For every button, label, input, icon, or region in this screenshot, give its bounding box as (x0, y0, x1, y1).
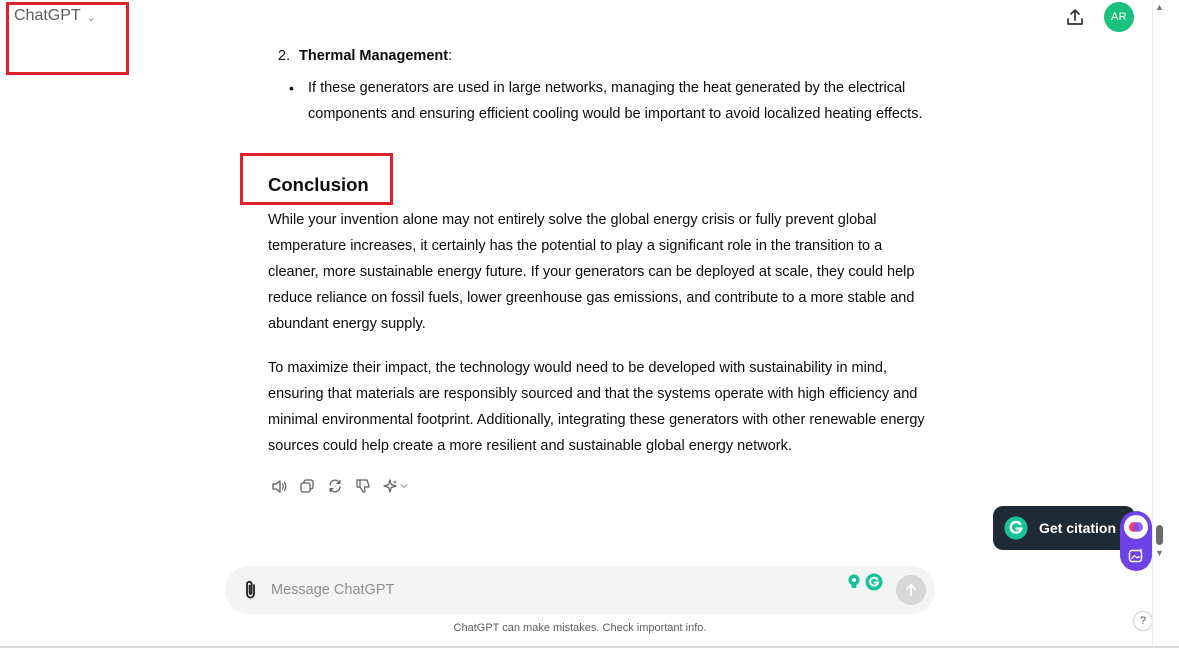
paperclip-icon (246, 580, 255, 599)
scroll-down-arrow-icon[interactable]: ▼ (1155, 548, 1164, 558)
share-button[interactable] (1062, 4, 1088, 30)
disclaimer-text: ChatGPT can make mistakes. Check importa… (453, 622, 707, 634)
bullet-dot-icon: • (289, 80, 294, 96)
get-citation-button[interactable]: Get citation (993, 506, 1135, 550)
grammarly-assistant-button[interactable] (1124, 515, 1148, 539)
send-button[interactable] (896, 575, 926, 605)
copy-icon (300, 479, 314, 493)
help-button[interactable]: ? (1133, 611, 1153, 631)
sparkle-icon (383, 479, 408, 493)
grammarly-logo-icon (1004, 516, 1028, 540)
message-input[interactable] (271, 579, 831, 601)
regenerate-button[interactable] (326, 477, 344, 495)
model-switch-button[interactable] (382, 477, 412, 495)
paragraph-1: While your invention alone may not entir… (268, 212, 915, 332)
section-heading: Conclusion (268, 174, 369, 195)
chat-window: ChatGPT ⌄ AR 2. Thermal Management: • If … (0, 0, 1168, 647)
message-composer (225, 566, 935, 614)
speaker-icon (271, 479, 286, 493)
bullet-text: If these generators are used in large ne… (308, 80, 923, 122)
paragraph-2: To maximize their impact, the technology… (268, 360, 925, 454)
list-number: 2. (278, 48, 291, 64)
share-icon (1067, 9, 1083, 25)
attach-button[interactable] (241, 579, 261, 601)
scroll-up-arrow-icon[interactable]: ▲ (1155, 2, 1164, 12)
list-item-colon: : (448, 48, 453, 64)
chevron-down-icon: ⌄ (86, 11, 96, 24)
list-item-thermal-management: 2. Thermal Management: (278, 43, 452, 69)
copy-button[interactable] (298, 477, 316, 495)
citation-label: Get citation (1039, 520, 1117, 536)
avatar[interactable]: AR (1104, 2, 1134, 32)
grammarly-badges (845, 573, 883, 591)
list-item-title: Thermal Management (299, 48, 449, 64)
arrow-up-icon (906, 584, 916, 596)
message-actions (270, 477, 412, 495)
bad-response-button[interactable] (354, 477, 372, 495)
grammarly-generate-button[interactable] (1124, 544, 1148, 568)
lightbulb-icon[interactable] (845, 573, 863, 591)
model-label: ChatGPT (14, 7, 81, 24)
thumbs-down-icon (356, 479, 370, 493)
window-bottom-border (0, 646, 1179, 655)
bullet-item: • If these generators are used in large … (289, 75, 928, 127)
grammarly-icon[interactable] (865, 573, 883, 591)
model-selector[interactable]: ChatGPT ⌄ (14, 7, 96, 25)
gradient-orb-icon (1129, 522, 1143, 532)
image-sparkle-icon (1128, 548, 1143, 563)
regenerate-icon (329, 479, 341, 493)
scrollbar-thumb[interactable] (1156, 525, 1163, 545)
read-aloud-button[interactable] (270, 477, 288, 495)
